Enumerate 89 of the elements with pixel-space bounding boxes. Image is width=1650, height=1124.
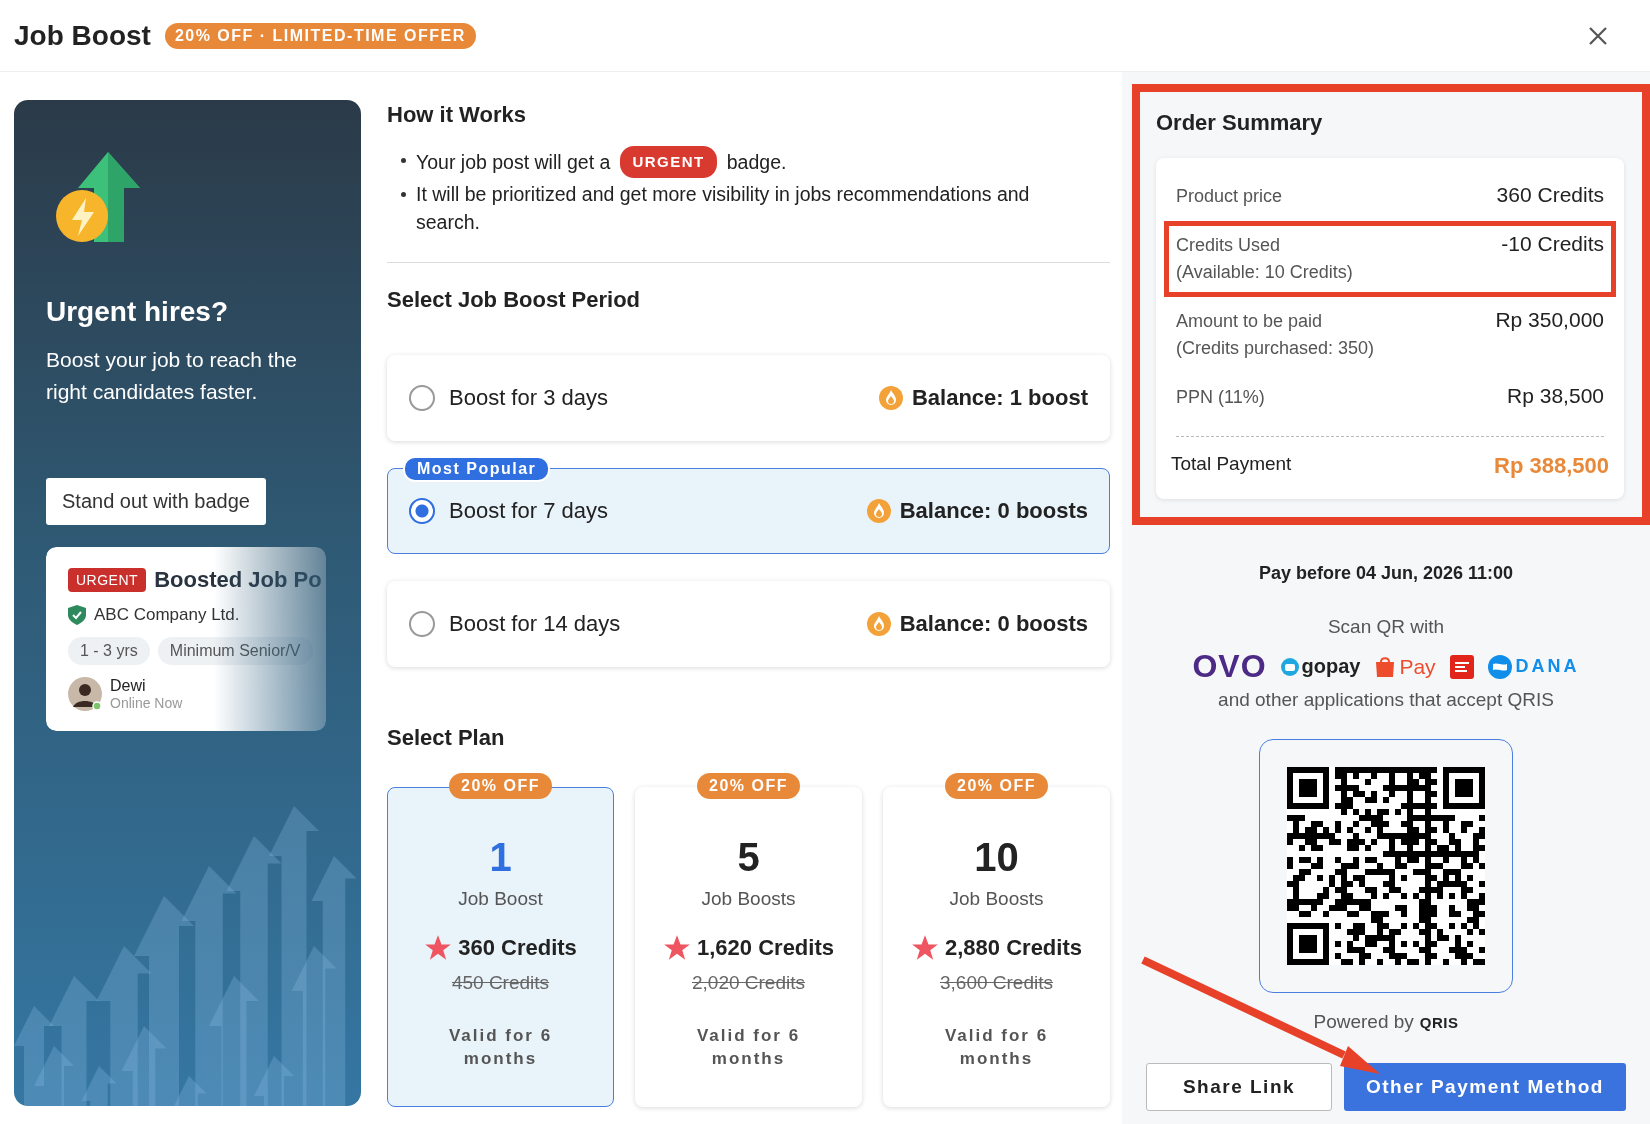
total-label: Total Payment	[1171, 453, 1292, 475]
flame-coin-icon	[865, 611, 892, 637]
plan-card[interactable]: 20% OFF 1 Job Boost 360 Credits 450 Credits Valid for 6 months	[387, 773, 614, 1107]
plan-price: 1,620 Credits	[697, 935, 834, 961]
powered-by-text: Powered by	[1313, 1011, 1414, 1033]
avatar	[68, 677, 102, 711]
scan-instruction: Scan QR with	[1327, 616, 1445, 638]
gopay-logo: gopay	[1280, 655, 1361, 678]
summary-note: (Available: 10 Credits)	[1176, 261, 1353, 284]
validity-text: Valid for 6 months	[943, 1025, 1050, 1070]
original-price: 2,020 Credits	[692, 972, 805, 994]
share-link-button[interactable]: Share Link	[1146, 1063, 1332, 1111]
summary-label: Amount to be paid	[1176, 310, 1324, 333]
verified-shield-icon	[68, 605, 86, 625]
radio-button[interactable]	[409, 611, 435, 637]
flame-coin-icon	[865, 498, 892, 524]
linkaja-logo	[1449, 654, 1474, 679]
boost-balance: Balance: 1 boost	[911, 385, 1088, 411]
boost-unit: Job Boosts	[701, 888, 796, 910]
qris-logo: QRIS	[1419, 1013, 1459, 1031]
star-icon	[911, 934, 939, 962]
radio-button[interactable]	[409, 498, 435, 524]
urgent-badge: URGENT	[620, 146, 717, 178]
period-option[interactable]: Boost for 3 days Balance: 1 boost	[387, 343, 1110, 441]
period-option[interactable]: Boost for 14 days Balance: 0 boosts	[387, 569, 1110, 667]
summary-value: -10 Credits	[1501, 232, 1604, 256]
original-price: 450 Credits	[451, 972, 550, 994]
summary-note: (Credits purchased: 350)	[1176, 337, 1375, 360]
summary-label: Credits Used	[1176, 234, 1282, 257]
boost-balance: Balance: 0 boosts	[899, 611, 1088, 637]
summary-value: Rp 350,000	[1495, 308, 1604, 332]
other-payment-button[interactable]: Other Payment Method	[1344, 1063, 1626, 1111]
summary-label: PPN (11%)	[1176, 386, 1265, 409]
dialog-title: Job Boost	[14, 19, 151, 52]
popular-tag: Most Popular	[403, 456, 551, 482]
star-icon	[663, 934, 691, 962]
dana-logo: DANA	[1487, 654, 1580, 679]
boost-count: 5	[737, 835, 760, 880]
period-option[interactable]: Most Popular Boost for 7 days Balance: 0 boosts	[387, 456, 1110, 554]
boost-count: 1	[489, 835, 512, 880]
online-status: Online Now	[110, 695, 183, 711]
validity-text: Valid for 6 months	[447, 1025, 554, 1070]
boost-count: 10	[974, 835, 1019, 880]
plan-price: 2,880 Credits	[945, 935, 1082, 961]
summary-title: Order Summary	[1156, 110, 1324, 136]
original-price: 3,600 Credits	[940, 972, 1053, 994]
offer-badge: 20% OFF · LIMITED-TIME OFFER	[164, 22, 476, 49]
flame-coin-icon	[877, 385, 904, 411]
bullet-icon	[401, 192, 406, 197]
radio-button[interactable]	[409, 385, 435, 411]
bullet-text: Your job post will get a	[416, 150, 611, 175]
section-title: Select Plan	[387, 725, 506, 751]
promo-text: Boost your job to reach the right candidates faster.	[46, 347, 298, 405]
bullet-icon	[401, 158, 406, 163]
job-tag: 1 - 3 yrs	[68, 637, 150, 665]
close-icon[interactable]	[1588, 25, 1608, 46]
star-icon	[424, 934, 453, 962]
plan-card[interactable]: 20% OFF 5 Job Boosts 1,620 Credits 2,020 Credits Valid for 6 months	[635, 773, 862, 1107]
payment-deadline: Pay before 04 Jun, 2026 11:00	[1258, 563, 1514, 584]
boost-unit: Job Boosts	[949, 888, 1044, 910]
option-label: Boost for 3 days	[449, 385, 608, 411]
ovo-logo: OVO	[1192, 648, 1267, 685]
summary-label: Product price	[1176, 185, 1283, 208]
section-title: Select Job Boost Period	[387, 287, 642, 313]
option-label: Boost for 7 days	[449, 498, 608, 524]
job-title: Boosted Job Po	[154, 567, 322, 593]
qris-note: and other applications that accept QRIS	[1218, 689, 1554, 711]
total-value: Rp 388,500	[1494, 453, 1609, 479]
tooltip: Stand out with badge	[46, 478, 266, 525]
boost-unit: Job Boost	[458, 888, 543, 910]
shopeepay-logo: Pay	[1374, 654, 1436, 679]
company-name: ABC Company Ltd.	[94, 605, 240, 625]
discount-badge: 20% OFF	[449, 773, 552, 799]
discount-badge: 20% OFF	[945, 773, 1048, 799]
bullet-text: badge.	[726, 150, 787, 175]
urgent-badge: URGENT	[68, 568, 147, 592]
plan-card[interactable]: 20% OFF 10 Job Boosts 2,880 Credits 3,600 Credits Valid for 6 months	[883, 773, 1110, 1107]
summary-value: Rp 38,500	[1507, 384, 1604, 408]
job-tag: Minimum Senior/V	[157, 637, 313, 665]
boost-balance: Balance: 0 boosts	[899, 498, 1088, 524]
user-name: Dewi	[110, 677, 147, 695]
discount-badge: 20% OFF	[697, 773, 800, 799]
bullet-text: It will be prioritized and get more visibility in jobs recommendations and search.	[416, 182, 1031, 235]
summary-value: 360 Credits	[1496, 183, 1604, 207]
option-label: Boost for 14 days	[449, 611, 621, 637]
plan-price: 360 Credits	[458, 935, 577, 961]
section-title: How it Works	[387, 102, 527, 128]
promo-heading: Urgent hires?	[46, 296, 230, 328]
validity-text: Valid for 6 months	[695, 1025, 802, 1070]
